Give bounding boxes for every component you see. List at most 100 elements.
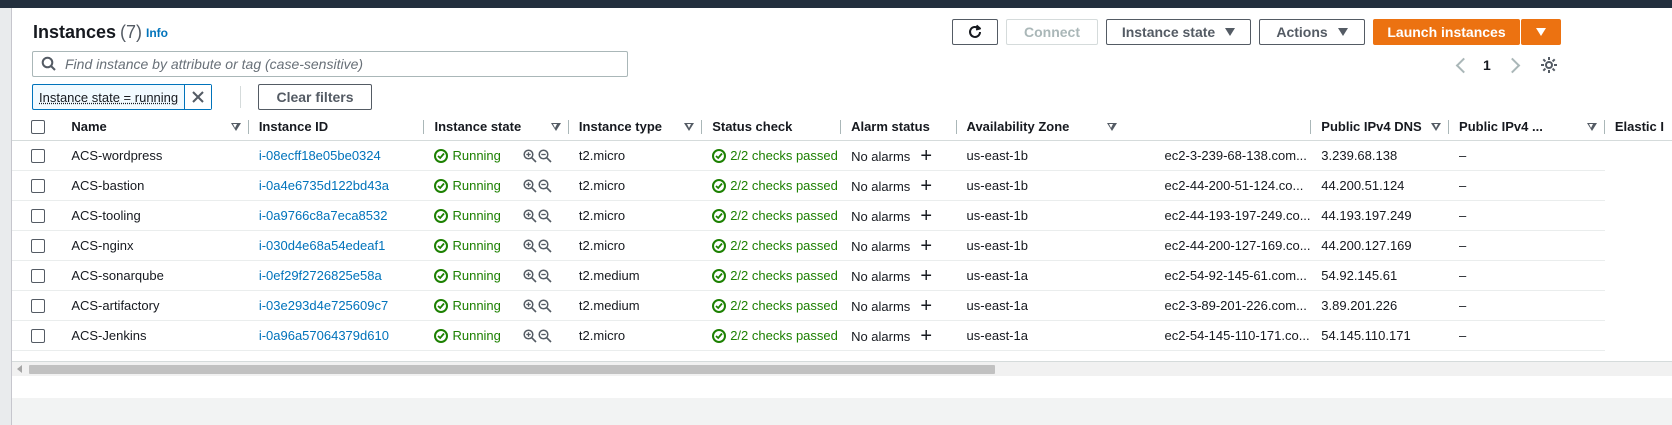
column-header[interactable]: Alarm status	[841, 113, 957, 141]
column-header[interactable]: Instance type	[568, 113, 703, 141]
column-header[interactable]: Instance ID	[248, 113, 425, 141]
instance-name[interactable]: ACS-wordpress	[61, 140, 249, 171]
instance-state-dropdown[interactable]: Instance state	[1106, 19, 1251, 45]
status-check-cell: 2/2 checks passed	[702, 200, 842, 231]
instance-name[interactable]: ACS-sonarqube	[61, 260, 249, 291]
zoom-in-icon[interactable]	[523, 298, 537, 313]
row-checkbox[interactable]	[31, 209, 45, 224]
row-checkbox[interactable]	[31, 299, 45, 314]
availability-zone: us-east-1b	[956, 170, 1125, 201]
select-all-checkbox[interactable]	[31, 120, 45, 135]
column-header[interactable]	[1124, 113, 1312, 141]
instance-id-link[interactable]: i-08ecff18e05be0324	[259, 148, 381, 163]
instance-id-link[interactable]: i-0ef29f2726825e58a	[259, 268, 382, 283]
row-checkbox[interactable]	[31, 149, 45, 164]
status-check[interactable]: 2/2 checks passed	[730, 208, 838, 223]
clear-filters-button[interactable]: Clear filters	[258, 84, 372, 110]
zoom-out-icon[interactable]	[538, 298, 552, 313]
next-page-icon[interactable]	[1504, 57, 1521, 73]
zoom-in-icon[interactable]	[523, 328, 537, 343]
search-input[interactable]	[65, 56, 605, 72]
table-row[interactable]: ACS-tooling i-0a9766c8a7eca8532 Running t2.…	[12, 200, 1672, 231]
add-alarm-icon[interactable]: +	[920, 235, 932, 257]
zoom-out-icon[interactable]	[538, 178, 552, 193]
table-row[interactable]: ACS-nginx i-030d4e68a54edeaf1 Running t2.mi…	[12, 230, 1672, 261]
zoom-in-icon[interactable]	[523, 238, 537, 253]
row-checkbox[interactable]	[31, 179, 45, 194]
zoom-out-icon[interactable]	[538, 268, 552, 283]
launch-options-dropdown[interactable]	[1521, 19, 1561, 45]
table-row[interactable]: ACS-Jenkins i-0a96a57064379d610 Running t2.…	[12, 320, 1672, 351]
availability-zone: us-east-1b	[956, 200, 1125, 231]
settings-gear-icon[interactable]	[1540, 56, 1558, 74]
column-header[interactable]: Instance state	[424, 113, 569, 141]
scroll-left-icon[interactable]	[17, 365, 22, 373]
column-header[interactable]: Public IPv4 DNS	[1311, 113, 1450, 141]
instance-name[interactable]: ACS-Jenkins	[61, 320, 249, 351]
launch-instances-button[interactable]: Launch instances	[1373, 19, 1520, 45]
status-check[interactable]: 2/2 checks passed	[730, 298, 838, 313]
info-link[interactable]: Info	[146, 26, 168, 40]
table-row[interactable]: ACS-wordpress i-08ecff18e05be0324 Running t…	[12, 140, 1672, 171]
side-navigation-collapsed[interactable]	[0, 8, 12, 425]
zoom-in-icon[interactable]	[523, 208, 537, 223]
alarm-status-cell: No alarms +	[841, 230, 957, 261]
zoom-out-icon[interactable]	[538, 148, 552, 163]
page-title-text: Instances	[33, 22, 117, 42]
table-row[interactable]: ACS-sonarqube i-0ef29f2726825e58a Running t…	[12, 260, 1672, 291]
filter-token-label[interactable]: Instance state = running	[33, 85, 184, 109]
instance-id-link[interactable]: i-03e293d4e725609c7	[259, 298, 388, 313]
status-check[interactable]: 2/2 checks passed	[730, 238, 838, 253]
add-alarm-icon[interactable]: +	[920, 295, 932, 317]
instance-name[interactable]: ACS-bastion	[61, 170, 249, 201]
search-box[interactable]	[32, 51, 628, 77]
column-label: Status check	[712, 119, 793, 134]
column-header[interactable]: Availability Zone	[956, 113, 1125, 141]
instance-id-link[interactable]: i-0a96a57064379d610	[259, 328, 389, 343]
zoom-out-icon[interactable]	[538, 328, 552, 343]
column-header[interactable]: Public IPv4 ...	[1449, 113, 1605, 141]
connect-button[interactable]: Connect	[1006, 19, 1098, 45]
instance-id-link[interactable]: i-030d4e68a54edeaf1	[259, 238, 386, 253]
zoom-out-icon[interactable]	[538, 238, 552, 253]
column-header[interactable]: Status check	[702, 113, 842, 141]
zoom-in-icon[interactable]	[523, 178, 537, 193]
zoom-in-icon[interactable]	[523, 268, 537, 283]
instance-id-link[interactable]: i-0a9766c8a7eca8532	[259, 208, 388, 223]
row-checkbox[interactable]	[31, 329, 45, 344]
zoom-in-icon[interactable]	[523, 148, 537, 163]
add-alarm-icon[interactable]: +	[920, 145, 932, 167]
horizontal-scrollbar[interactable]	[12, 361, 1672, 376]
instance-name[interactable]: ACS-nginx	[61, 230, 249, 261]
column-header[interactable]: Name	[61, 113, 249, 141]
column-header[interactable]: Elastic I	[1604, 113, 1672, 141]
add-alarm-icon[interactable]: +	[920, 205, 932, 227]
add-alarm-icon[interactable]: +	[920, 325, 932, 347]
zoom-out-icon[interactable]	[538, 208, 552, 223]
status-check[interactable]: 2/2 checks passed	[730, 268, 838, 283]
row-checkbox[interactable]	[31, 269, 45, 284]
status-check[interactable]: 2/2 checks passed	[730, 328, 838, 343]
actions-dropdown[interactable]: Actions	[1259, 19, 1365, 45]
table-row[interactable]: ACS-artifactory i-03e293d4e725609c7 Runnin…	[12, 290, 1672, 321]
instance-name[interactable]: ACS-artifactory	[61, 290, 249, 321]
status-check[interactable]: 2/2 checks passed	[730, 148, 838, 163]
instance-id-link[interactable]: i-0a4e6735d122bd43a	[259, 178, 389, 193]
row-checkbox[interactable]	[31, 239, 45, 254]
row-select-cell	[12, 320, 62, 351]
scrollbar-thumb[interactable]	[29, 365, 995, 374]
pagination: 1	[1455, 56, 1558, 74]
public-dns: ec2-3-239-68-138.com...	[1124, 140, 1312, 171]
instance-name[interactable]: ACS-tooling	[61, 200, 249, 231]
status-check[interactable]: 2/2 checks passed	[730, 178, 838, 193]
previous-page-icon[interactable]	[1455, 57, 1472, 73]
table-row[interactable]: ACS-bastion i-0a4e6735d122bd43a Running t2.…	[12, 170, 1672, 201]
add-alarm-icon[interactable]: +	[920, 175, 932, 197]
current-page-number[interactable]: 1	[1483, 57, 1491, 73]
refresh-button[interactable]	[952, 19, 998, 45]
availability-zone: us-east-1b	[956, 140, 1125, 171]
row-select-cell	[12, 260, 62, 291]
remove-filter-button[interactable]	[184, 85, 212, 109]
sort-icon	[684, 122, 695, 131]
add-alarm-icon[interactable]: +	[920, 265, 932, 287]
